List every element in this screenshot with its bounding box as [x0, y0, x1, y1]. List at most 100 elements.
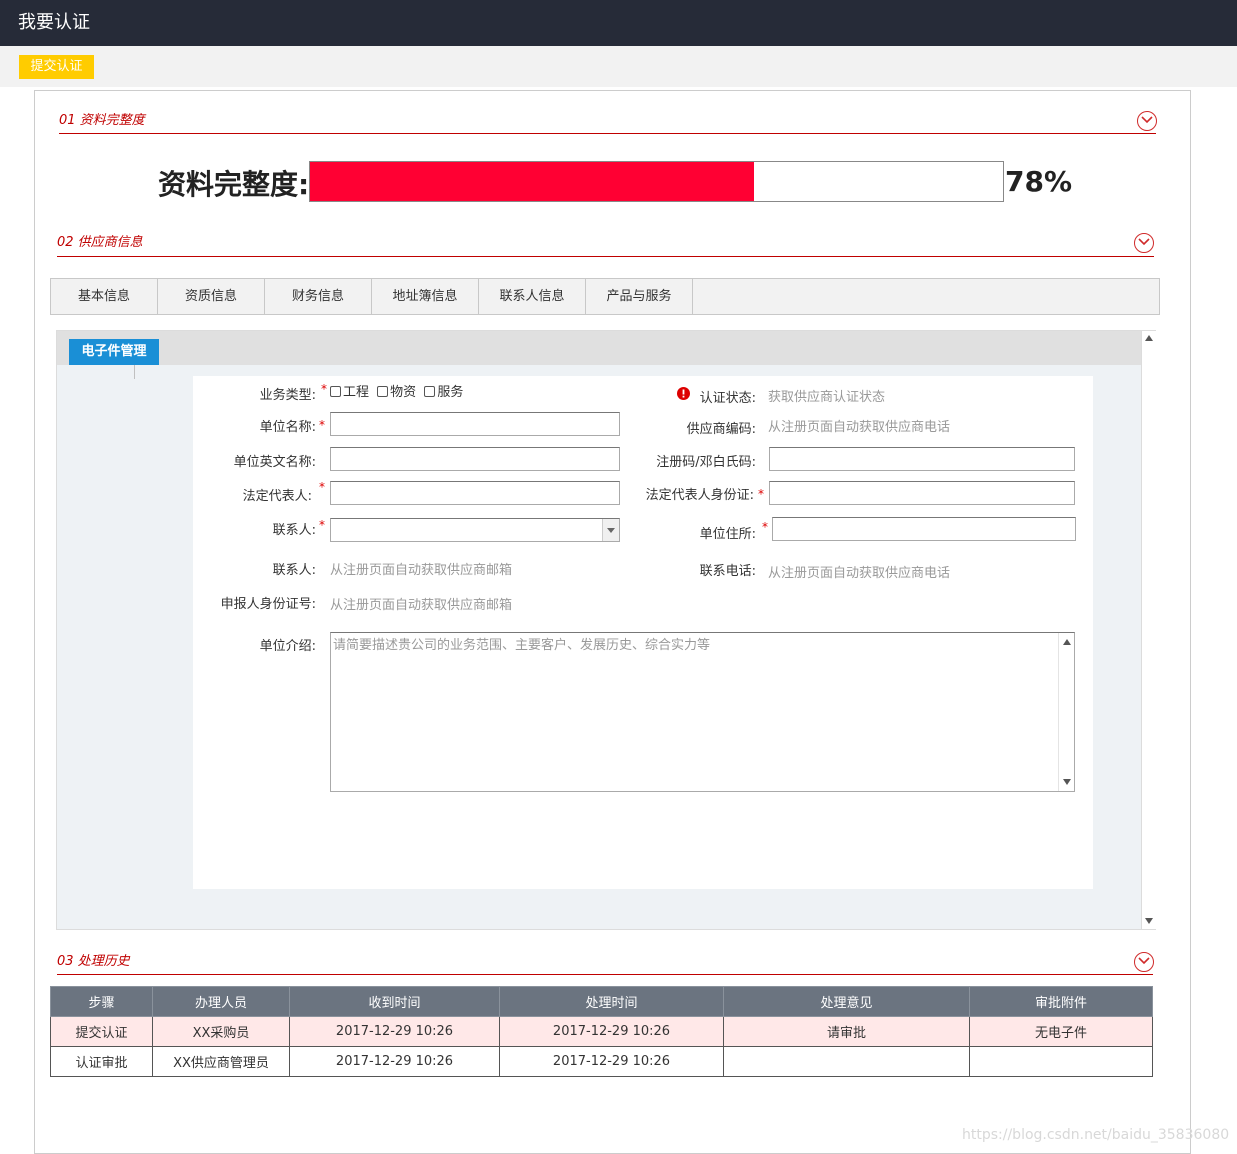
section-title-history: 03 处理历史 [57, 954, 130, 969]
column-header: 收到时间 [289, 986, 500, 1017]
required-mark: * [319, 480, 325, 494]
chevron-down-icon [1138, 238, 1150, 246]
supplier-code-label: 供应商编码: [686, 422, 756, 437]
column-header: 审批附件 [969, 986, 1153, 1017]
contact-select[interactable] [330, 518, 620, 542]
section-divider [59, 133, 1156, 134]
tab-qualification-info[interactable]: 资质信息 [158, 279, 265, 314]
textarea-scrollbar[interactable] [1058, 633, 1074, 791]
section-divider [57, 256, 1154, 257]
contact-label: 联系人: [272, 523, 316, 538]
supplier-info-tabs: 基本信息 资质信息 财务信息 地址簿信息 联系人信息 产品与服务 [50, 278, 1160, 315]
table-cell: XX供应商管理员 [152, 1046, 290, 1077]
alert-icon [677, 387, 690, 400]
table-header-row: 步骤 办理人员 收到时间 处理时间 处理意见 审批附件 [50, 986, 1153, 1017]
tab-address-book[interactable]: 地址簿信息 [372, 279, 479, 314]
divider [134, 365, 135, 379]
required-mark: * [319, 418, 325, 432]
column-header: 处理时间 [499, 986, 724, 1017]
subpanel-scrollbar[interactable] [1141, 331, 1156, 929]
page-header: 我要认证 [0, 0, 1237, 46]
table-cell: 2017-12-29 10:26 [499, 1016, 724, 1047]
unit-name-label: 单位名称: [259, 420, 316, 435]
table-row: 认证审批 XX供应商管理员 2017-12-29 10:26 2017-12-2… [50, 1046, 1153, 1077]
watermark: https://blog.csdn.net/baidu_35836080 [962, 1127, 1230, 1143]
legal-rep-label: 法定代表人: [242, 489, 312, 504]
toolbar: 提交认证 [0, 46, 1237, 87]
scroll-down-icon[interactable] [1063, 779, 1071, 785]
table-cell: 认证审批 [50, 1046, 153, 1077]
tab-electronic-docs[interactable]: 电子件管理 [69, 339, 159, 365]
scroll-up-icon[interactable] [1145, 335, 1153, 341]
tab-products-services[interactable]: 产品与服务 [586, 279, 693, 314]
chevron-down-icon [607, 528, 615, 533]
legal-rep-input[interactable] [330, 481, 620, 505]
table-cell: XX采购员 [152, 1016, 290, 1047]
subpanel-header: 电子件管理 [57, 331, 1141, 365]
dropdown-button[interactable] [602, 519, 619, 541]
unit-address-input[interactable] [772, 517, 1076, 541]
option-label: 服务 [437, 385, 464, 400]
table-cell: 提交认证 [50, 1016, 153, 1047]
scroll-down-icon[interactable] [1145, 918, 1153, 924]
table-cell [723, 1046, 970, 1077]
phone-value: 从注册页面自动获取供应商电话 [768, 566, 951, 581]
business-type-label: 业务类型: [259, 388, 316, 403]
collapse-toggle-history[interactable] [1134, 952, 1154, 972]
table-cell: 无电子件 [969, 1016, 1153, 1047]
reg-code-label: 注册码/邓白氏码: [656, 455, 756, 470]
collapse-toggle-completeness[interactable] [1137, 111, 1157, 131]
phone-label: 联系电话: [699, 564, 756, 579]
checkbox-materials[interactable] [377, 386, 389, 397]
table-row: 提交认证 XX采购员 2017-12-29 10:26 2017-12-29 1… [50, 1016, 1153, 1047]
intro-label: 单位介绍: [259, 639, 316, 654]
reg-code-input[interactable] [769, 447, 1075, 471]
option-label: 物资 [390, 385, 417, 400]
intro-placeholder: 请简要描述贵公司的业务范围、主要客户、发展历史、综合实力等 [333, 638, 711, 653]
tab-basic-info[interactable]: 基本信息 [51, 279, 158, 314]
cert-status-value: 获取供应商认证状态 [768, 390, 886, 405]
column-header: 办理人员 [152, 986, 290, 1017]
required-mark: * [319, 518, 325, 532]
applicant-id-label: 申报人身份证号: [220, 597, 316, 612]
section-title-supplier-info: 02 供应商信息 [57, 235, 143, 250]
chevron-down-icon [1138, 957, 1150, 965]
cert-status-label: 认证状态: [699, 391, 756, 406]
required-mark: * [758, 487, 764, 501]
table-cell: 2017-12-29 10:26 [499, 1046, 724, 1077]
history-table: 步骤 办理人员 收到时间 处理时间 处理意见 审批附件 提交认证 XX采购员 2… [50, 986, 1153, 1077]
page-title: 我要认证 [18, 12, 90, 33]
section-divider [57, 974, 1153, 975]
submit-certification-button[interactable]: 提交认证 [19, 55, 94, 79]
applicant-id-value: 从注册页面自动获取供应商邮箱 [330, 598, 513, 613]
table-cell: 2017-12-29 10:26 [289, 1046, 500, 1077]
completeness-percent: 78% [1005, 165, 1073, 198]
tab-finance-info[interactable]: 财务信息 [265, 279, 372, 314]
chevron-down-icon [1141, 116, 1153, 124]
supplier-code-value: 从注册页面自动获取供应商电话 [768, 420, 951, 435]
column-header: 处理意见 [723, 986, 970, 1017]
legal-rep-id-input[interactable] [769, 481, 1075, 505]
checkbox-engineering[interactable] [330, 386, 341, 397]
contact2-label: 联系人: [272, 563, 316, 578]
column-header: 步骤 [50, 986, 153, 1017]
completeness-label: 资料完整度: [158, 168, 310, 201]
table-cell: 请审批 [723, 1016, 970, 1047]
required-mark: * [762, 520, 768, 534]
section-title-completeness: 01 资料完整度 [59, 113, 145, 128]
tab-contact-info[interactable]: 联系人信息 [479, 279, 586, 314]
contact2-value: 从注册页面自动获取供应商邮箱 [330, 563, 513, 578]
unit-en-name-label: 单位英文名称: [233, 455, 316, 470]
unit-name-input[interactable] [330, 412, 620, 436]
legal-rep-id-label: 法定代表人身份证: [645, 488, 754, 503]
unit-address-label: 单位住所: [699, 527, 756, 542]
table-cell [969, 1046, 1153, 1077]
collapse-toggle-supplier-info[interactable] [1134, 233, 1154, 253]
scroll-up-icon[interactable] [1063, 639, 1071, 645]
checkbox-service[interactable] [424, 386, 436, 397]
completeness-progress-bar [309, 161, 1004, 202]
intro-textarea[interactable]: 请简要描述贵公司的业务范围、主要客户、发展历史、综合实力等 [330, 632, 1075, 792]
unit-en-name-input[interactable] [330, 447, 620, 471]
option-label: 工程 [343, 385, 370, 400]
table-cell: 2017-12-29 10:26 [289, 1016, 500, 1047]
